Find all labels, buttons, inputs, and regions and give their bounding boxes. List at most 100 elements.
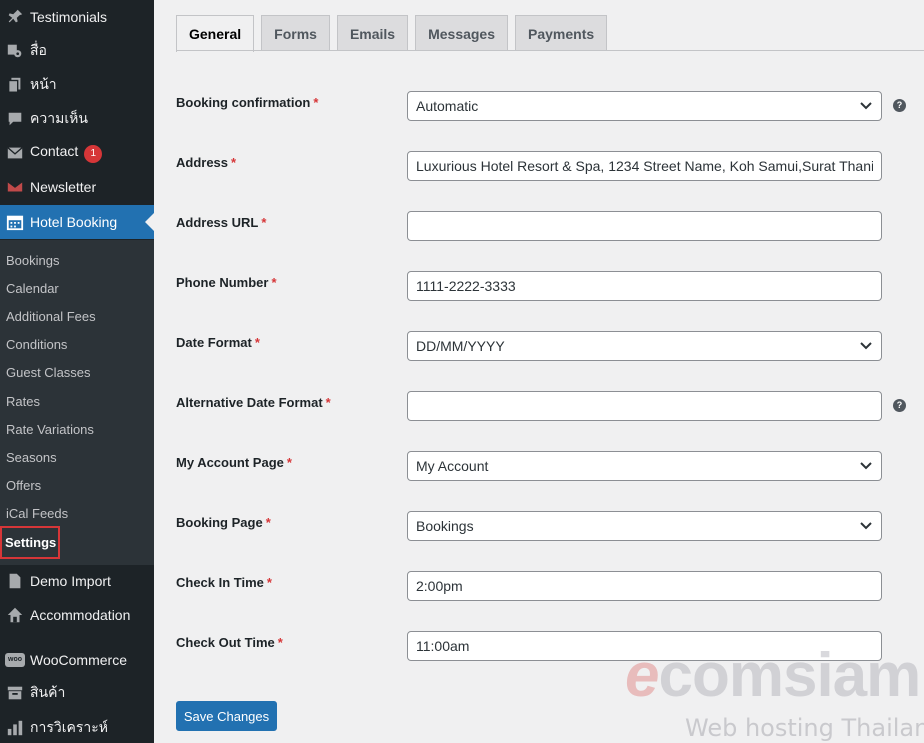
- address-url-input[interactable]: [407, 211, 882, 241]
- menu-label: Accommodation: [30, 607, 131, 623]
- menu-item-contact[interactable]: Contact 1: [0, 136, 154, 170]
- analytics-icon: [0, 719, 30, 737]
- chevron-down-icon: [859, 459, 873, 473]
- tab-forms[interactable]: Forms: [261, 15, 330, 51]
- help-icon[interactable]: ?: [893, 99, 906, 112]
- pin-icon: [0, 8, 30, 26]
- menu-item-demo-import[interactable]: Demo Import: [0, 564, 154, 598]
- pages-icon: [0, 76, 30, 94]
- settings-label: Settings: [0, 525, 61, 559]
- menu-item-analytics[interactable]: การวิเคราะห์: [0, 711, 154, 743]
- label-text: Alternative Date Format: [176, 395, 323, 410]
- submenu-item-seasons[interactable]: Seasons: [0, 443, 154, 471]
- booking-confirmation-select[interactable]: Automatic: [407, 91, 882, 121]
- tab-messages[interactable]: Messages: [415, 15, 509, 51]
- label-text: Address: [176, 155, 229, 170]
- calendar-icon: [0, 213, 30, 231]
- tab-divider: [176, 50, 924, 51]
- check-in-time-input[interactable]: 2:00pm: [407, 571, 882, 601]
- tab-emails[interactable]: Emails: [336, 15, 409, 51]
- save-changes-button[interactable]: Save Changes: [176, 701, 277, 731]
- address-url-label: Address URL *: [176, 215, 266, 230]
- alternative-date-format-input[interactable]: [407, 391, 882, 421]
- menu-label: การวิเคราะห์: [30, 719, 108, 735]
- menu-label: Hotel Booking: [30, 214, 118, 230]
- label-text: My Account Page: [176, 455, 284, 470]
- booking-confirmation-label: Booking confirmation *: [176, 95, 318, 110]
- date-format-select[interactable]: DD/MM/YYYY: [407, 331, 882, 361]
- select-value: My Account: [416, 458, 489, 474]
- menu-item-hotel-booking[interactable]: Hotel Booking: [0, 205, 154, 239]
- watermark-brand-e: e: [625, 641, 659, 710]
- label-text: Check In Time: [176, 575, 264, 590]
- contact-label: Contact: [30, 143, 79, 159]
- input-value: 2:00pm: [416, 578, 463, 594]
- media-icon: [0, 42, 30, 60]
- input-value: Luxurious Hotel Resort & Spa, 1234 Stree…: [416, 158, 873, 174]
- label-text: Phone Number: [176, 275, 269, 290]
- label-text: Booking confirmation: [176, 95, 311, 110]
- menu-item-products[interactable]: สินค้า: [0, 676, 154, 710]
- required-marker: *: [254, 335, 260, 350]
- select-value: DD/MM/YYYY: [416, 338, 505, 354]
- select-value: Automatic: [416, 98, 479, 114]
- woocommerce-icon: woo: [0, 653, 30, 667]
- address-input[interactable]: Luxurious Hotel Resort & Spa, 1234 Stree…: [407, 151, 882, 181]
- menu-label: Contact 1: [30, 143, 154, 163]
- required-marker: *: [265, 515, 271, 530]
- required-marker: *: [261, 215, 267, 230]
- tab-payments[interactable]: Payments: [515, 15, 608, 51]
- menu-item-testimonials[interactable]: Testimonials: [0, 0, 154, 34]
- my-account-page-label: My Account Page *: [176, 455, 292, 470]
- archive-icon: [0, 684, 30, 702]
- menu-label: Newsletter: [30, 179, 97, 195]
- newsletter-icon: [0, 178, 30, 196]
- required-marker: *: [313, 95, 319, 110]
- menu-item-newsletter[interactable]: Newsletter: [0, 170, 154, 204]
- menu-item-pages[interactable]: หน้า: [0, 68, 154, 102]
- phone-number-input[interactable]: 1111-2222-3333: [407, 271, 882, 301]
- booking-page-select[interactable]: Bookings: [407, 511, 882, 541]
- submenu-item-ical-feeds[interactable]: iCal Feeds: [0, 499, 154, 527]
- menu-item-comments[interactable]: ความเห็น: [0, 102, 154, 136]
- submenu-item-calendar[interactable]: Calendar: [0, 274, 154, 302]
- my-account-page-select[interactable]: My Account: [407, 451, 882, 481]
- notification-badge: 1: [84, 145, 103, 163]
- menu-label: WooCommerce: [30, 652, 127, 668]
- required-marker: *: [277, 635, 283, 650]
- tab-general[interactable]: General: [176, 15, 255, 52]
- watermark-tagline: Web hosting Thailand: [685, 714, 924, 742]
- submenu-item-conditions[interactable]: Conditions: [0, 330, 154, 358]
- watermark-brand: ecomsiam: [625, 640, 921, 711]
- booking-page-label: Booking Page *: [176, 515, 271, 530]
- submenu-item-offers[interactable]: Offers: [0, 471, 154, 499]
- watermark: ecomsiam Web hosting Thailand: [625, 640, 924, 743]
- menu-item-media[interactable]: สื่อ: [0, 34, 154, 68]
- submenu-item-settings[interactable]: Settings: [0, 525, 154, 559]
- submenu-item-bookings[interactable]: Bookings: [0, 246, 154, 274]
- required-marker: *: [231, 155, 237, 170]
- menu-item-accommodation[interactable]: Accommodation: [0, 598, 154, 632]
- settings-tabs: General Forms Emails Messages Payments: [176, 15, 614, 52]
- menu-label: สินค้า: [30, 684, 66, 700]
- chevron-down-icon: [859, 339, 873, 353]
- check-out-time-label: Check Out Time *: [176, 635, 283, 650]
- submenu-item-rates[interactable]: Rates: [0, 387, 154, 415]
- label-text: Address URL: [176, 215, 259, 230]
- menu-item-woocommerce[interactable]: woo WooCommerce: [0, 643, 154, 677]
- date-format-label: Date Format *: [176, 335, 260, 350]
- select-value: Bookings: [416, 518, 474, 534]
- menu-label: หน้า: [30, 76, 57, 92]
- chevron-down-icon: [859, 519, 873, 533]
- document-icon: [0, 572, 30, 590]
- submenu-item-guest-classes[interactable]: Guest Classes: [0, 358, 154, 386]
- chevron-down-icon: [859, 99, 873, 113]
- submenu-item-additional-fees[interactable]: Additional Fees: [0, 302, 154, 330]
- label-text: Booking Page: [176, 515, 263, 530]
- required-marker: *: [325, 395, 331, 410]
- woo-logo: woo: [5, 653, 25, 667]
- submenu-item-rate-variations[interactable]: Rate Variations: [0, 415, 154, 443]
- help-icon[interactable]: ?: [893, 399, 906, 412]
- comments-icon: [0, 110, 30, 128]
- hotel-booking-submenu: Bookings Calendar Additional Fees Condit…: [0, 240, 154, 565]
